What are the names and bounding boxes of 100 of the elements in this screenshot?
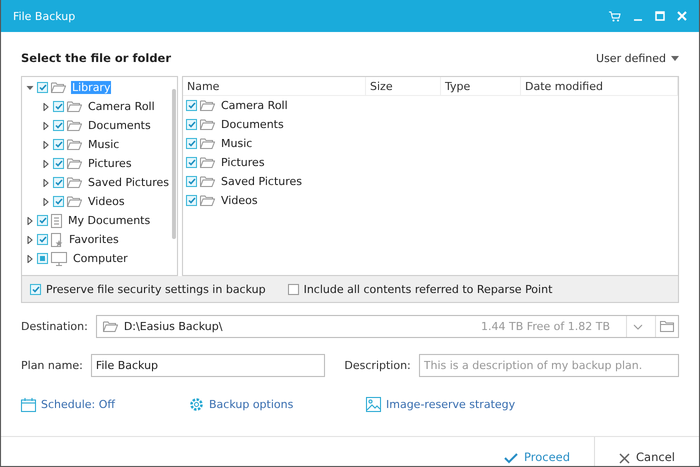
cart-icon[interactable] [609,10,621,22]
description-field[interactable]: This is a description of my backup plan. [418,354,680,377]
folder-icon [67,177,82,188]
folder-icon [200,100,215,111]
file-name: Documents [220,118,285,131]
folder-icon [200,176,215,187]
file-name: Pictures [220,156,266,169]
tree-item[interactable]: Music [22,135,170,154]
file-row[interactable]: Pictures [183,153,678,172]
column-header[interactable]: Name [183,77,366,96]
expand-arrow-icon[interactable] [42,122,50,130]
column-header[interactable]: Date modified [521,77,678,96]
folder-icon [67,120,82,131]
checkbox[interactable] [186,119,197,130]
expand-arrow-icon[interactable] [26,216,34,224]
folder-icon [200,138,215,149]
plan-name-label: Plan name: [21,359,83,372]
file-row[interactable]: Saved Pictures [183,172,678,191]
checkbox[interactable] [186,195,197,206]
check-icon [504,453,518,464]
folder-icon [67,101,82,112]
tree-item-label: Favorites [68,233,120,246]
folder-icon [660,321,674,332]
description-label: Description: [344,359,411,372]
tree-item[interactable]: Documents [22,116,170,135]
folder-icon [102,321,118,332]
file-row[interactable]: Videos [183,191,678,210]
tree-item[interactable]: Computer [22,249,170,268]
scrollbar-thumb[interactable] [172,89,176,239]
tree-item-label: Computer [72,252,129,265]
folder-icon [200,119,215,130]
folder-icon [200,157,215,168]
tree-item-label: Documents [87,119,152,132]
maximize-icon[interactable] [655,11,665,21]
file-row[interactable]: Camera Roll [183,96,678,115]
cancel-button[interactable]: Cancel [594,437,699,466]
file-name: Videos [220,194,259,207]
expand-arrow-icon[interactable] [26,254,34,262]
tree-item-label: My Documents [67,214,152,227]
destination-field[interactable]: D:\Easius Backup\ 1.44 TB Free of 1.82 TB [96,315,679,338]
tree-item-label: Videos [87,195,126,208]
tree-item[interactable]: Camera Roll [22,97,170,116]
tree-item-label: Pictures [87,157,133,170]
tree-item-label: Music [87,138,120,151]
close-icon [619,453,630,464]
tree-item[interactable]: Favorites [22,230,170,249]
checkbox[interactable] [30,284,41,294]
tree-item[interactable]: Saved Pictures [22,173,170,192]
section-title: Select the file or folder [21,51,172,65]
settings-icon [189,397,204,412]
checkbox[interactable] [37,253,48,264]
destination-label: Destination: [21,320,88,333]
checkbox[interactable] [288,284,299,294]
checkbox[interactable] [186,157,197,168]
proceed-button[interactable]: Proceed [480,437,594,466]
destination-path: D:\Easius Backup\ [124,320,224,333]
expand-arrow-icon[interactable] [42,140,50,148]
tree-item[interactable]: Pictures [22,154,170,173]
tree-item-label: Saved Pictures [87,176,170,189]
calendar-icon [21,398,36,412]
tree-item-label: Camera Roll [87,100,156,113]
file-row[interactable]: Documents [183,115,678,134]
file-name: Music [220,137,254,150]
mode-dropdown[interactable]: User defined [596,52,679,64]
folder-icon [51,82,66,93]
collapse-arrow-icon[interactable] [26,84,34,92]
chevron-icon [633,324,643,330]
option-link[interactable]: Schedule: Off [21,397,189,412]
expand-arrow-icon[interactable] [26,236,34,244]
checkbox[interactable] [186,138,197,149]
expand-arrow-icon[interactable] [42,198,50,206]
window-title: File Backup [13,10,76,22]
tree-item[interactable]: Videos [22,192,170,211]
checkbox[interactable] [186,100,197,111]
option-label: Include all contents referred to Reparse Point [304,282,552,296]
expand-arrow-icon[interactable] [42,178,50,186]
file-row[interactable]: Music [183,134,678,153]
option-link[interactable]: Image-reserve strategy [366,397,543,412]
monitor-icon [51,252,67,266]
tree-item[interactable]: My Documents [22,211,170,230]
file-name: Saved Pictures [220,175,304,188]
checkbox[interactable] [186,176,197,187]
column-header[interactable]: Size [366,77,441,96]
folder-icon [67,158,82,169]
image-icon [366,397,381,412]
option-label: Preserve file security settings in backup [46,282,266,296]
file-name: Camera Roll [220,99,289,112]
folder-icon [67,196,82,207]
expand-arrow-icon[interactable] [42,102,50,110]
close-icon[interactable] [677,11,687,21]
option-link[interactable]: Backup options [189,397,366,412]
tree-item-label: Library [71,81,112,94]
column-header[interactable]: Type [441,77,521,96]
free-space-text: 1.44 TB Free of 1.82 TB [481,320,611,333]
folder-icon [200,195,215,206]
expand-arrow-icon[interactable] [42,160,50,168]
document-icon [51,214,62,228]
plan-name-field[interactable]: File Backup [90,354,325,377]
folder-icon [67,139,82,150]
star-document-icon [51,232,63,246]
